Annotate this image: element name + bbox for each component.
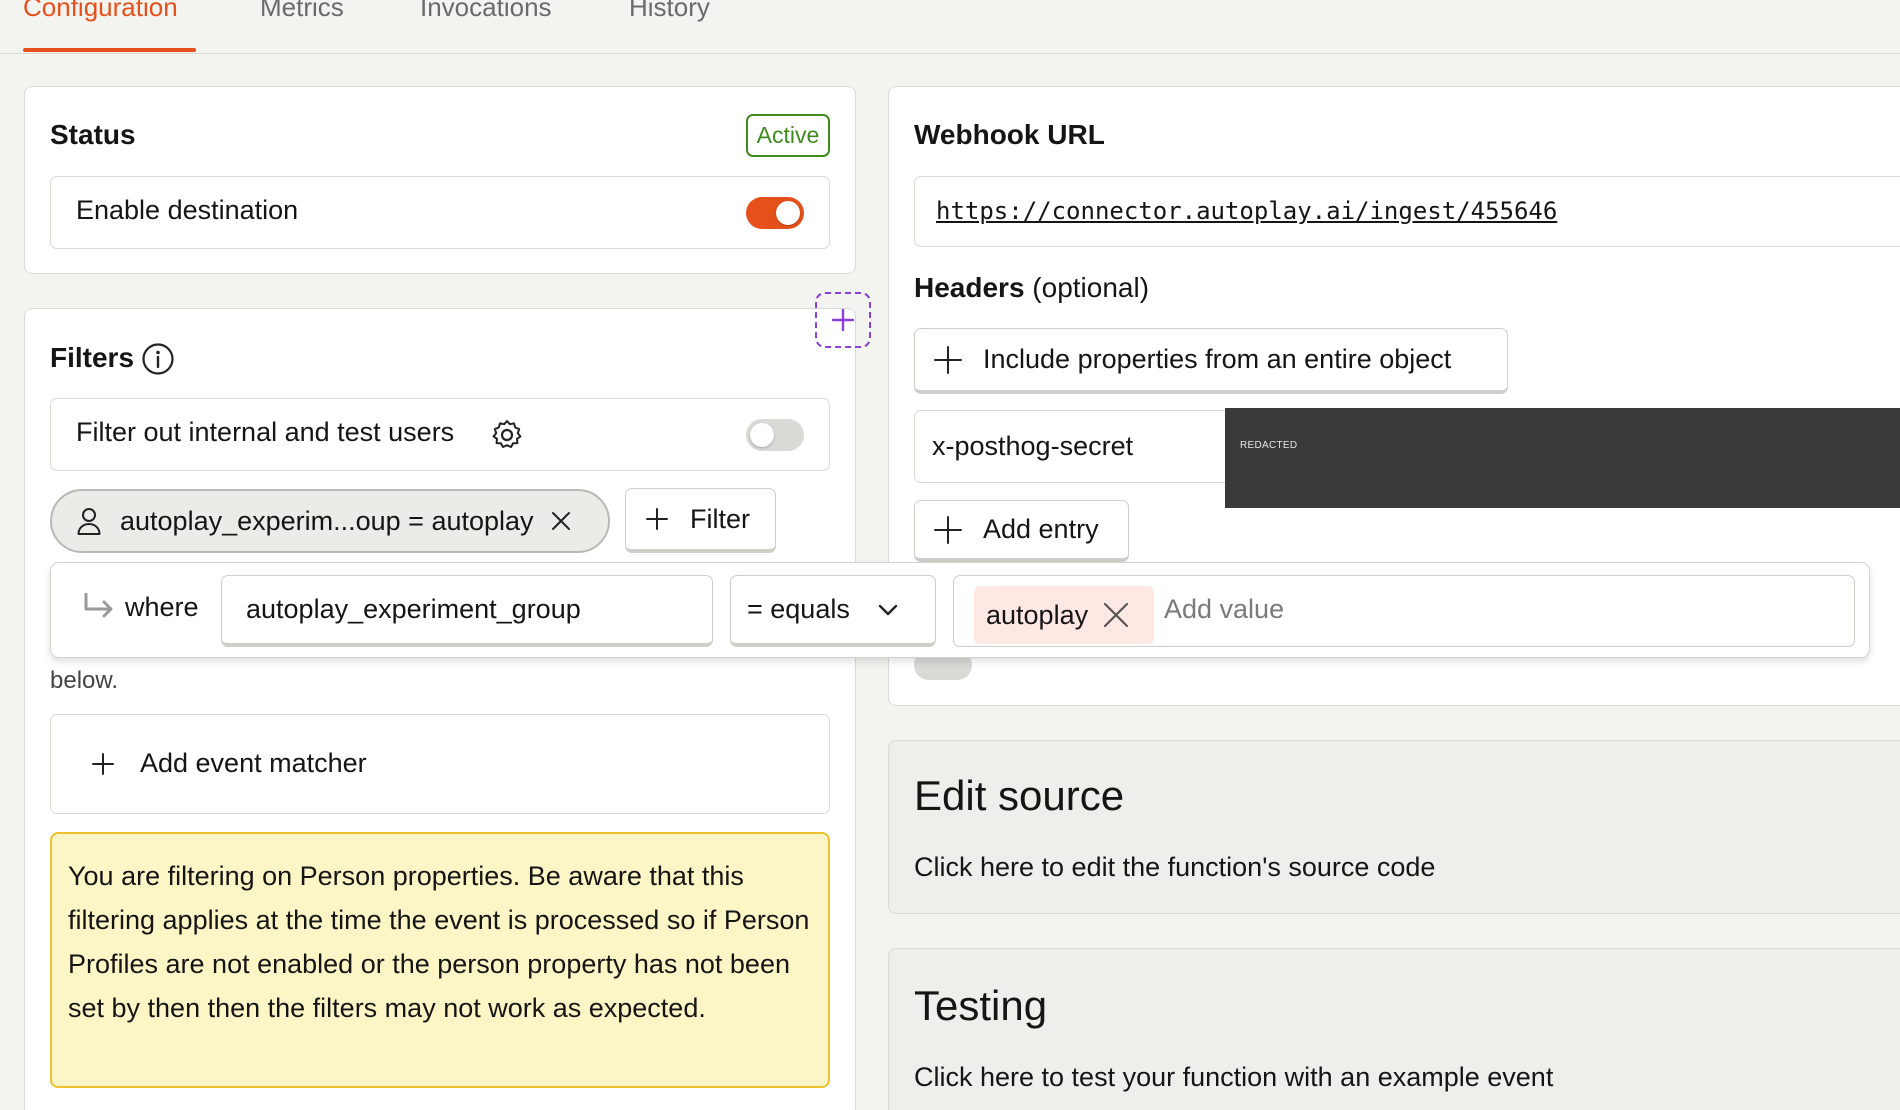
tab-bar: Configuration Metrics Invocations Histor… (0, 0, 1900, 54)
testing-desc: Click here to test your function with an… (914, 1062, 1554, 1092)
property-select-value: autoplay_experiment_group (246, 594, 581, 624)
property-filter-chip[interactable]: autoplay_experim...oup = autoplay (50, 489, 610, 553)
add-section-button[interactable] (815, 292, 871, 348)
close-icon[interactable] (1102, 601, 1130, 629)
headers-title-label: Headers (914, 272, 1025, 303)
add-event-matcher-label[interactable]: Add event matcher (140, 748, 367, 779)
info-icon[interactable] (141, 342, 175, 376)
plus-icon (933, 345, 963, 375)
include-properties-button[interactable]: Include properties from an entire object (914, 328, 1508, 394)
value-chip-label: autoplay (986, 599, 1089, 630)
operator-select[interactable]: = equals (730, 575, 936, 647)
plus-icon (933, 515, 963, 545)
value-chip: autoplay (974, 586, 1154, 644)
where-label: where (125, 592, 199, 622)
header-key-value[interactable]: x-posthog-secret (932, 431, 1133, 462)
toggle-knob (750, 423, 774, 447)
filters-title: Filters (50, 342, 135, 373)
headers-title: Headers (optional) (914, 272, 1149, 304)
plus-icon (831, 308, 855, 332)
redacted-label: REDACTED (1240, 440, 1298, 451)
toggle-knob (776, 201, 800, 225)
webhook-url-title: Webhook URL (914, 119, 1105, 150)
value-input[interactable]: autoplay Add value (953, 575, 1855, 647)
filter-internal-label: Filter out internal and test users (76, 417, 455, 447)
edit-source-desc: Click here to edit the function's source… (914, 852, 1436, 882)
tab-metrics[interactable]: Metrics (260, 0, 344, 23)
value-placeholder[interactable]: Add value (1164, 594, 1284, 625)
enable-destination-toggle[interactable] (746, 197, 804, 229)
edit-source-title[interactable]: Edit source (914, 772, 1124, 820)
close-icon[interactable] (550, 510, 572, 532)
active-tab-indicator (23, 48, 196, 52)
status-badge: Active (746, 114, 830, 157)
subdirectory-arrow-icon (83, 593, 115, 619)
redacted-header-value: REDACTED (1225, 408, 1900, 508)
status-title: Status (50, 119, 136, 150)
add-entry-button[interactable]: Add entry (914, 500, 1129, 562)
filter-chip-label: autoplay_experim...oup = autoplay (120, 505, 534, 536)
tab-history[interactable]: History (629, 0, 710, 23)
person-icon (76, 506, 104, 536)
edit-source-card[interactable] (888, 740, 1900, 914)
filters-note-tail: below. (50, 667, 119, 694)
add-filter-label: Filter (690, 503, 750, 534)
operator-select-value: = equals (747, 594, 850, 624)
add-filter-button[interactable]: Filter (625, 488, 776, 553)
filter-internal-toggle[interactable] (746, 419, 804, 451)
webhook-url-value[interactable]: https://connector.autoplay.ai/ingest/455… (936, 197, 1557, 225)
filter-popover: where autoplay_experiment_group = equals… (50, 562, 1870, 658)
gear-icon[interactable] (489, 417, 525, 453)
headers-optional-label: (optional) (1032, 272, 1150, 303)
add-entry-label: Add entry (983, 514, 1099, 544)
plus-icon (92, 753, 114, 775)
plus-icon (646, 508, 668, 530)
enable-destination-label: Enable destination (76, 195, 299, 225)
testing-title[interactable]: Testing (914, 982, 1047, 1030)
person-properties-warning: You are filtering on Person properties. … (50, 832, 830, 1088)
tab-configuration[interactable]: Configuration (23, 0, 178, 23)
tab-invocations[interactable]: Invocations (420, 0, 552, 23)
include-properties-label: Include properties from an entire object (983, 344, 1452, 374)
property-select[interactable]: autoplay_experiment_group (221, 575, 713, 647)
chevron-down-icon (878, 604, 898, 616)
